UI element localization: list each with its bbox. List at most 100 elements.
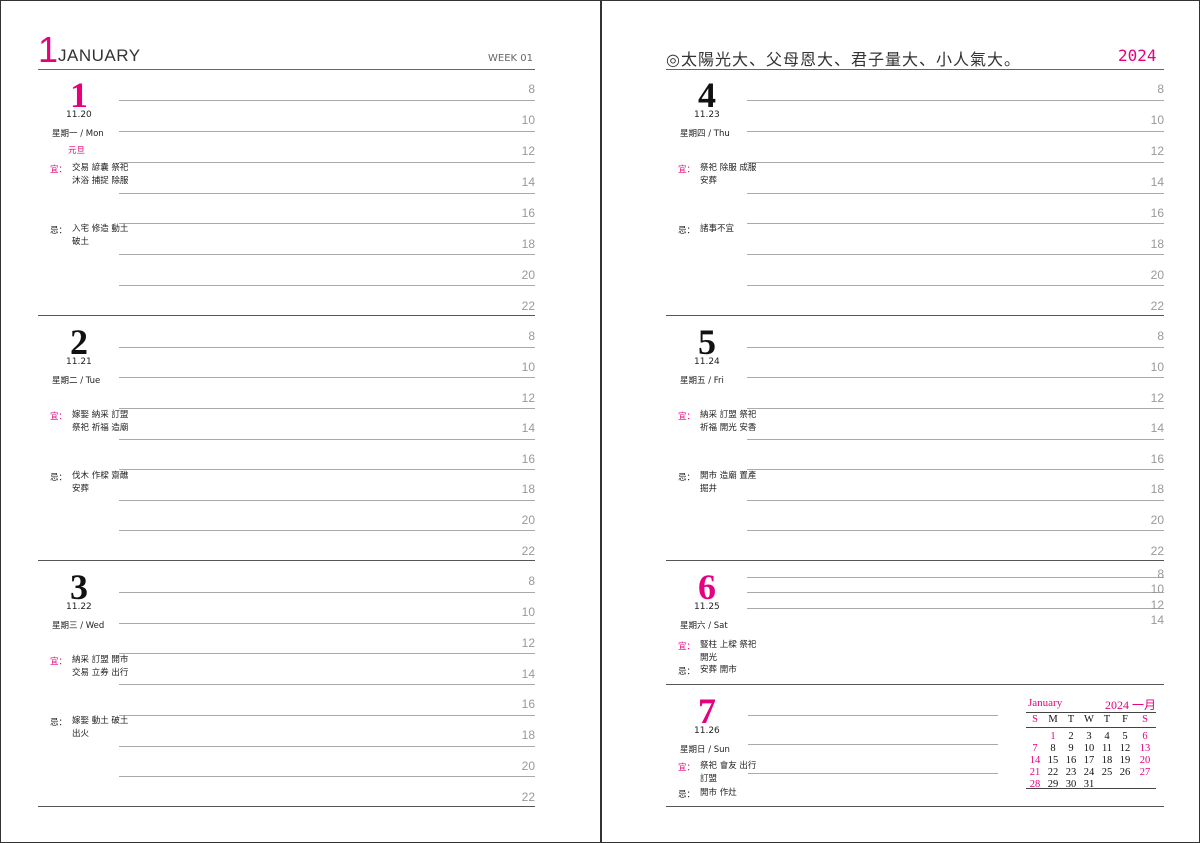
weekday-label: 星期五 / Fri [680,376,724,386]
hour-line [119,622,535,624]
hour-line [747,130,1164,132]
good-text: 交易 諺囊 祭祀 沐浴 捕捉 除服 [72,163,129,186]
hour-label: 20 [1150,267,1164,282]
hour-label: 12 [521,390,535,405]
mini-calendar-grid: 1 2 3 4 5 6 7 8 9 10 11 12 13 14 15 16 17 18 19 20 21 22 23 24 2… [1026,728,1156,790]
hour-line [119,130,535,132]
hour-label: 22 [1150,543,1164,558]
weekday-label: 星期日 / Sun [680,745,730,755]
day-block-d2: 8 10 12 14 16 18 20 22 2 11.21 星期二 / Tue 宜： 嫁娶 納采 訂盟… [38,316,535,561]
hour-label: 20 [521,513,535,528]
bad-label: 忌： [678,473,696,483]
bad-text: 伐木 作樑 齋醮 安葬 [72,471,129,494]
day-block-d3: 8 10 12 14 16 18 20 22 3 11.22 星期三 / Wed 宜： 納采 訂盟 開市… [38,561,535,807]
mini-calendar-day: 23 [1065,767,1077,778]
mini-calendar-day: 29 [1047,779,1059,790]
day-block-d5: 8 10 12 14 16 18 20 22 5 11.24 星期五 / Fri 宜： 納采 訂盟 祭祀… [666,316,1164,561]
mini-calendar-weekday: W [1084,714,1094,725]
mini-calendar-day: 12 [1119,743,1131,754]
hour-label: 20 [1150,513,1164,528]
hour-label: 16 [1150,451,1164,466]
bad-label: 忌： [678,226,696,236]
hour-label: 16 [521,451,535,466]
hour-line [119,285,535,287]
lunar-date: 11.22 [66,602,92,612]
mini-calendar-day: 6 [1142,731,1148,742]
hour-line [119,99,535,101]
hour-label: 16 [521,205,535,220]
mini-calendar-day: 4 [1104,731,1110,742]
good-text: 納采 訂盟 開市 交易 立券 出行 [72,655,129,678]
bad-label: 忌： [678,667,696,677]
hour-label: 20 [521,758,535,773]
bad-text: 嫁娶 動土 破土 出火 [72,716,129,739]
mini-calendar-month: January [1028,697,1063,709]
day-number: 4 [698,75,716,115]
mini-calendar-day: 18 [1101,755,1113,766]
hour-label: 12 [521,144,535,159]
mini-calendar-day: 11 [1101,743,1113,754]
hour-label: 18 [521,482,535,497]
hour-label: 14 [1150,421,1164,436]
lunar-date: 11.26 [694,726,720,736]
hour-line [747,530,1164,532]
hour-line [119,714,535,716]
day-separator [38,806,535,807]
hour-line [119,223,535,225]
good-label: 宜： [678,165,696,175]
mini-calendar-day: 28 [1029,779,1041,790]
good-text: 納采 訂盟 祭祀 祈福 開光 安香 [700,410,757,433]
hour-line [747,592,1164,593]
hour-label: 8 [1157,566,1164,581]
hour-label: 12 [1150,597,1164,612]
weekday-label: 星期六 / Sat [680,621,728,631]
bad-label: 忌： [50,473,68,483]
mini-calendar-day: 21 [1029,767,1041,778]
mini-calendar-weekday: S [1032,714,1038,725]
mini-calendar-day: 20 [1139,755,1151,766]
motto: ◎太陽光大、父母恩大、君子量大、小人氣大。 [666,50,1021,69]
good-label: 宜： [678,412,696,422]
day-number: 5 [698,322,716,362]
hour-line [119,745,535,747]
hour-line [119,192,535,194]
mini-calendar-day: 13 [1139,743,1151,754]
mini-calendar-day: 16 [1065,755,1077,766]
day-number: 7 [698,691,716,731]
good-label: 宜： [50,657,68,667]
day-separator [666,806,1164,807]
hour-line [119,438,535,440]
mini-calendar-day: 9 [1068,743,1074,754]
hour-label: 22 [521,789,535,804]
hour-label: 8 [1157,329,1164,344]
hour-label: 14 [1150,175,1164,190]
hour-label: 10 [1150,582,1164,597]
hour-label: 8 [528,574,535,589]
lunar-date: 11.25 [694,602,720,612]
hour-line [747,192,1164,194]
hour-line [748,715,998,716]
lunar-date: 11.23 [694,110,720,120]
hour-label: 14 [521,666,535,681]
hour-label: 8 [1157,82,1164,97]
mini-calendar-weekdays: SMTWTFS [1026,713,1156,728]
mini-calendar-day: 7 [1032,743,1038,754]
bad-label: 忌： [50,718,68,728]
good-text: 祭祀 會友 出行 訂盟 [700,761,757,784]
hour-line [747,223,1164,225]
good-text: 嫁娶 納采 訂盟 祭祀 祈福 造廟 [72,410,129,433]
bad-text: 開市 造廟 置產 掘井 [700,471,757,494]
bad-text: 入宅 修造 動土 破土 [72,224,129,247]
weekday-label: 星期三 / Wed [52,621,105,631]
hour-label: 14 [1150,613,1164,628]
hour-line [119,346,535,348]
mini-calendar-day: 17 [1083,755,1095,766]
mini-calendar-day: 22 [1047,767,1059,778]
mini-calendar-day: 3 [1086,731,1092,742]
day-block-d6: 8 10 12 14 6 11.25 星期六 / Sat 宜： 豎柱 上樑 祭祀 開光 忌： 安葬 … [666,561,1164,685]
hour-label: 10 [521,359,535,374]
mini-calendar-day: 1 [1050,731,1056,742]
hour-line [747,438,1164,440]
hour-label: 20 [521,267,535,282]
hour-line [119,591,535,593]
